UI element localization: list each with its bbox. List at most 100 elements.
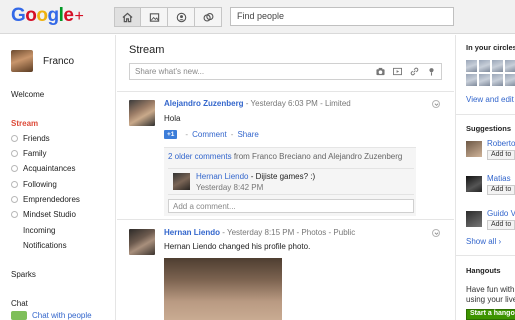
circle-icon (11, 150, 18, 157)
start-hangout-button[interactable]: Start a hangou (466, 309, 515, 320)
logo-letter: e (63, 5, 74, 26)
comments-section: 2 older comments from Franco Breciano an… (164, 147, 416, 216)
avatar[interactable] (466, 211, 482, 227)
plus-one-button[interactable]: +1 (164, 130, 178, 139)
post-text: Hola (164, 114, 181, 123)
chat-with-people[interactable]: Chat with people (11, 311, 92, 320)
sidebar-item-friends[interactable]: Friends (11, 134, 50, 143)
home-icon (122, 12, 133, 22)
sidebar-item-following[interactable]: Following (11, 180, 57, 189)
sidebar-item-incoming[interactable]: Incoming (23, 226, 55, 235)
divider (456, 114, 515, 115)
circles-button[interactable] (195, 7, 222, 27)
profile-button[interactable] (168, 7, 195, 27)
post-menu-button[interactable] (432, 229, 440, 237)
show-all-link[interactable]: Show all › (466, 237, 501, 246)
post-header: Alejandro Zuzenberg - Yesterday 6:03 PM … (164, 99, 351, 108)
suggestion-item: Guido V Add to (466, 209, 515, 231)
link-icon[interactable] (409, 67, 420, 76)
photos-button[interactable] (141, 7, 168, 27)
add-to-circles-button[interactable]: Add to (487, 220, 515, 230)
location-icon[interactable] (426, 67, 437, 76)
video-icon[interactable] (392, 67, 403, 76)
post-author[interactable]: Alejandro Zuzenberg (164, 99, 244, 108)
hangouts-header: Hangouts (466, 266, 501, 275)
top-bar: Google+ Find people (0, 0, 515, 34)
suggestion-item: Matias Add to (466, 174, 515, 196)
sidebar-item-emprendedores[interactable]: Emprendedores (11, 195, 80, 204)
avatar[interactable] (466, 141, 482, 157)
search-input[interactable]: Find people (230, 7, 454, 26)
share-box[interactable]: Share what's new... (129, 63, 442, 80)
google-plus-logo[interactable]: Google+ (11, 5, 84, 27)
post-menu-button[interactable] (432, 100, 440, 108)
author-avatar[interactable] (129, 229, 155, 255)
circle-avatars[interactable] (466, 60, 515, 86)
profile-name[interactable]: Franco (43, 56, 74, 67)
avatar[interactable] (11, 50, 33, 72)
sidebar-item-label: Friends (23, 134, 50, 143)
separator: - (230, 130, 234, 139)
profile-link[interactable]: Franco (11, 50, 74, 72)
avatar[interactable] (466, 176, 482, 192)
post-author[interactable]: Hernan Liendo (164, 228, 220, 237)
logo-letter: o (36, 5, 48, 26)
chat-link[interactable]: Chat with people (32, 311, 92, 320)
suggestion-name[interactable]: Roberto (487, 139, 515, 148)
photos-icon (149, 12, 159, 22)
hangouts-text-line: Have fun with (466, 285, 515, 294)
avatar (479, 60, 490, 72)
circle-icon (11, 165, 18, 172)
share-input-placeholder: Share what's new... (135, 67, 205, 76)
sidebar-item-acquaintances[interactable]: Acquaintances (11, 164, 75, 173)
post-text: Hernan Liendo changed his profile photo. (164, 242, 311, 251)
suggestions-header: Suggestions (466, 124, 512, 133)
home-button[interactable] (114, 7, 141, 27)
sidebar-item-mindset-studio[interactable]: Mindset Studio (11, 210, 76, 219)
post-meta: - Yesterday 8:15 PM - Photos - Public (222, 228, 356, 237)
older-comments-authors: from Franco Breciano and Alejandro Zuzen… (233, 152, 403, 161)
circle-icon (11, 211, 18, 218)
avatar (505, 60, 515, 72)
circle-icon (11, 135, 18, 142)
comment-avatar[interactable] (173, 173, 190, 190)
sidebar-item-sparks[interactable]: Sparks (11, 270, 36, 279)
hangouts-description: Have fun with using your live (466, 285, 515, 305)
view-edit-circles-link[interactable]: View and edit c (466, 95, 515, 104)
comment-author[interactable]: Hernan Liendo (196, 172, 248, 181)
suggestion-name[interactable]: Guido V (487, 209, 515, 218)
comment-text: - Dijiste games? :) (250, 172, 316, 181)
author-avatar[interactable] (129, 100, 155, 126)
profile-icon (176, 12, 186, 22)
share-icons (369, 67, 437, 76)
add-comment-input[interactable]: Add a comment... (168, 199, 414, 213)
sidebar-item-label: Family (23, 149, 47, 158)
divider (456, 255, 515, 256)
sidebar-item-welcome[interactable]: Welcome (11, 90, 44, 99)
sidebar-item-label: Mindset Studio (23, 210, 76, 219)
add-to-circles-button[interactable]: Add to (487, 150, 515, 160)
share-button[interactable]: Share (237, 130, 258, 139)
older-comments-link[interactable]: 2 older comments (168, 152, 232, 161)
logo-plus: + (74, 8, 84, 25)
avatar (479, 74, 490, 86)
sidebar-item-family[interactable]: Family (11, 149, 47, 158)
sidebar-item-notifications[interactable]: Notifications (23, 241, 67, 250)
camera-icon[interactable] (375, 67, 386, 76)
sidebar-item-label: Following (23, 180, 57, 189)
left-sidebar: Franco Welcome Stream Friends Family Acq… (0, 35, 116, 320)
comment-button[interactable]: Comment (192, 130, 227, 139)
comment-line: Hernan Liendo - Dijiste games? :) (196, 172, 315, 181)
chevron-down-icon (434, 102, 438, 106)
sidebar-item-stream[interactable]: Stream (11, 119, 38, 128)
page-title: Stream (129, 44, 165, 56)
hangouts-text-line: using your live (466, 295, 515, 304)
avatar (505, 74, 515, 86)
circle-icon (11, 196, 18, 203)
suggestion-name[interactable]: Matias (487, 174, 511, 183)
sidebar-item-label: Emprendedores (23, 195, 80, 204)
comment: Hernan Liendo - Dijiste games? :) Yester… (168, 168, 414, 195)
circles-icon (203, 12, 213, 22)
add-to-circles-button[interactable]: Add to (487, 185, 515, 195)
profile-photo-image[interactable] (164, 258, 282, 320)
